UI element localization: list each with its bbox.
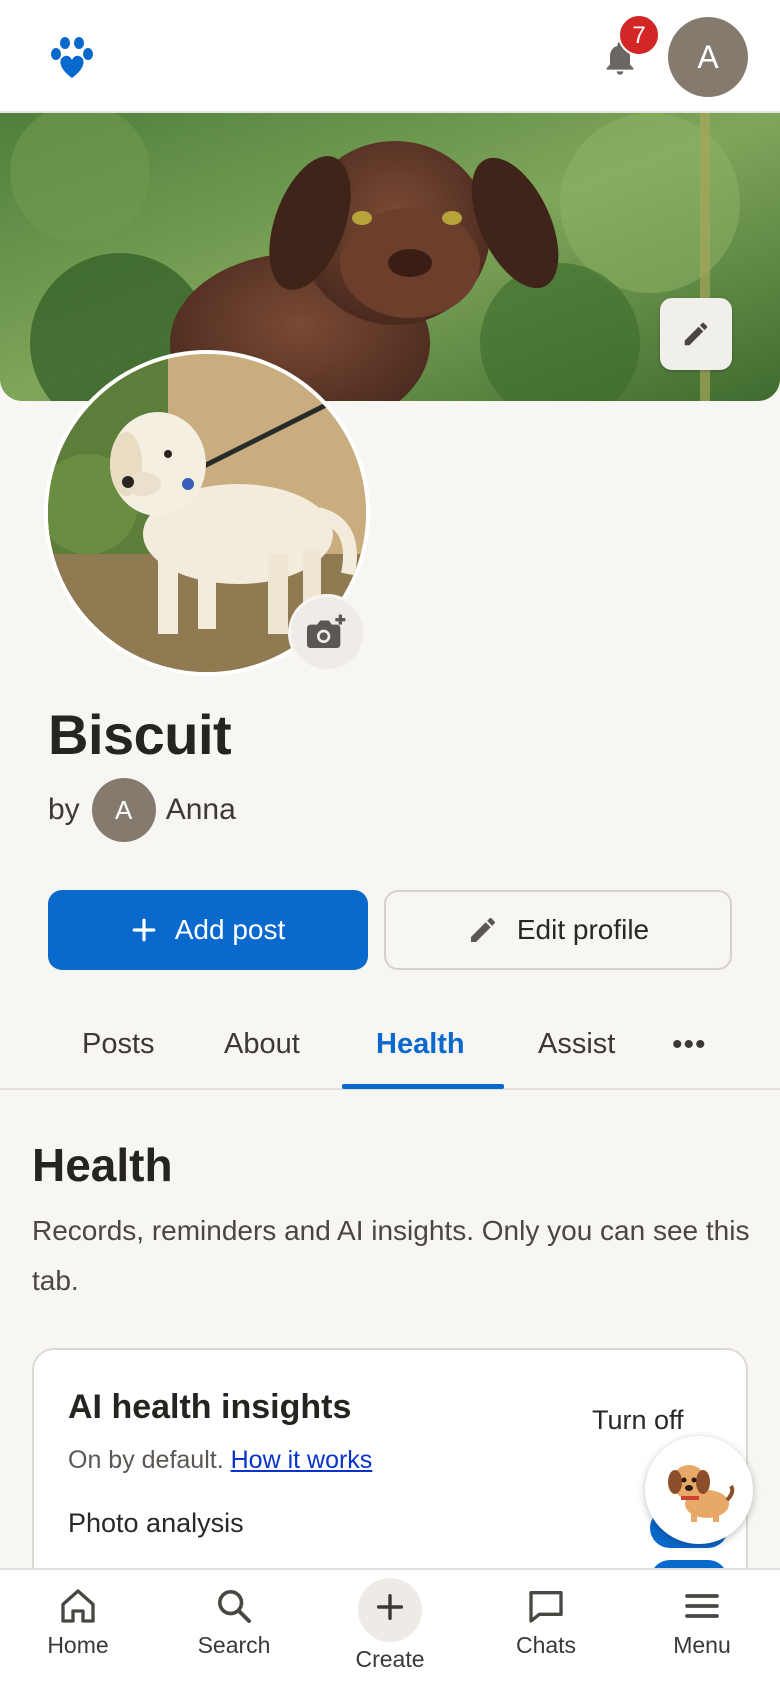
tab-posts[interactable]: Posts [82,1028,155,1061]
active-tab-indicator [342,1084,504,1089]
notification-count-badge[interactable]: 7 [618,14,660,56]
add-post-button[interactable]: Add post [48,890,368,970]
pet-assistant-button[interactable] [645,1436,753,1544]
search-icon [218,1590,251,1623]
add-post-label: Add post [174,914,286,945]
health-section-title: Health [32,1139,173,1191]
edit-profile-label: Edit profile [516,914,650,945]
create-button[interactable] [358,1578,422,1642]
change-photo-button[interactable] [288,594,366,672]
nav-menu[interactable]: Menu [632,1586,772,1659]
owner-byline: by A Anna [48,778,236,842]
plus-icon [376,1593,404,1621]
cartoon-dog-icon [668,1465,735,1522]
nav-create-label: Create [355,1646,425,1672]
add-photo-icon [307,614,346,648]
how-it-works-link[interactable]: How it works [231,1446,373,1474]
menu-icon [685,1594,719,1618]
more-tabs-icon[interactable]: ••• [672,1028,707,1062]
pet-name: Biscuit [48,703,232,766]
bottom-navigation: Home Search Create Chats Menu [0,1568,780,1688]
nav-chats-label: Chats [515,1632,577,1658]
home-icon [61,1589,95,1623]
nav-search-label: Search [197,1632,271,1658]
tab-assist[interactable]: Assist [538,1028,615,1061]
owner-name[interactable]: Anna [166,793,236,827]
profile-tabs: Posts About Health Assist ••• [0,1010,780,1090]
nav-home[interactable]: Home [8,1586,148,1659]
chat-icon [529,1591,563,1623]
by-label: by [48,793,80,826]
nav-menu-label: Menu [673,1632,731,1658]
turn-off-button[interactable]: Turn off [592,1405,684,1436]
tab-health[interactable]: Health [376,1028,465,1061]
user-avatar[interactable]: A [668,17,748,97]
edit-profile-button[interactable]: Edit profile [384,890,732,970]
nav-search[interactable]: Search [164,1586,304,1659]
card-title: AI health insights [68,1388,352,1426]
photo-analysis-label: Photo analysis [68,1508,244,1538]
owner-avatar[interactable]: A [91,778,156,842]
pencil-icon [470,917,495,942]
paw-heart-icon[interactable] [48,36,96,80]
nav-create[interactable]: Create [320,1578,460,1673]
nav-chats[interactable]: Chats [476,1586,616,1659]
health-section-description: Records, reminders and AI insights. Only… [32,1215,750,1296]
top-bar: 7 A [0,0,780,113]
edit-cover-button[interactable] [660,298,732,370]
plus-icon [132,918,156,942]
nav-home-label: Home [47,1632,109,1658]
pencil-icon [684,322,708,346]
tab-about[interactable]: About [224,1028,300,1061]
card-subtitle: On by default. How it works [68,1446,372,1475]
card-subtitle-text: On by default. [68,1446,224,1474]
